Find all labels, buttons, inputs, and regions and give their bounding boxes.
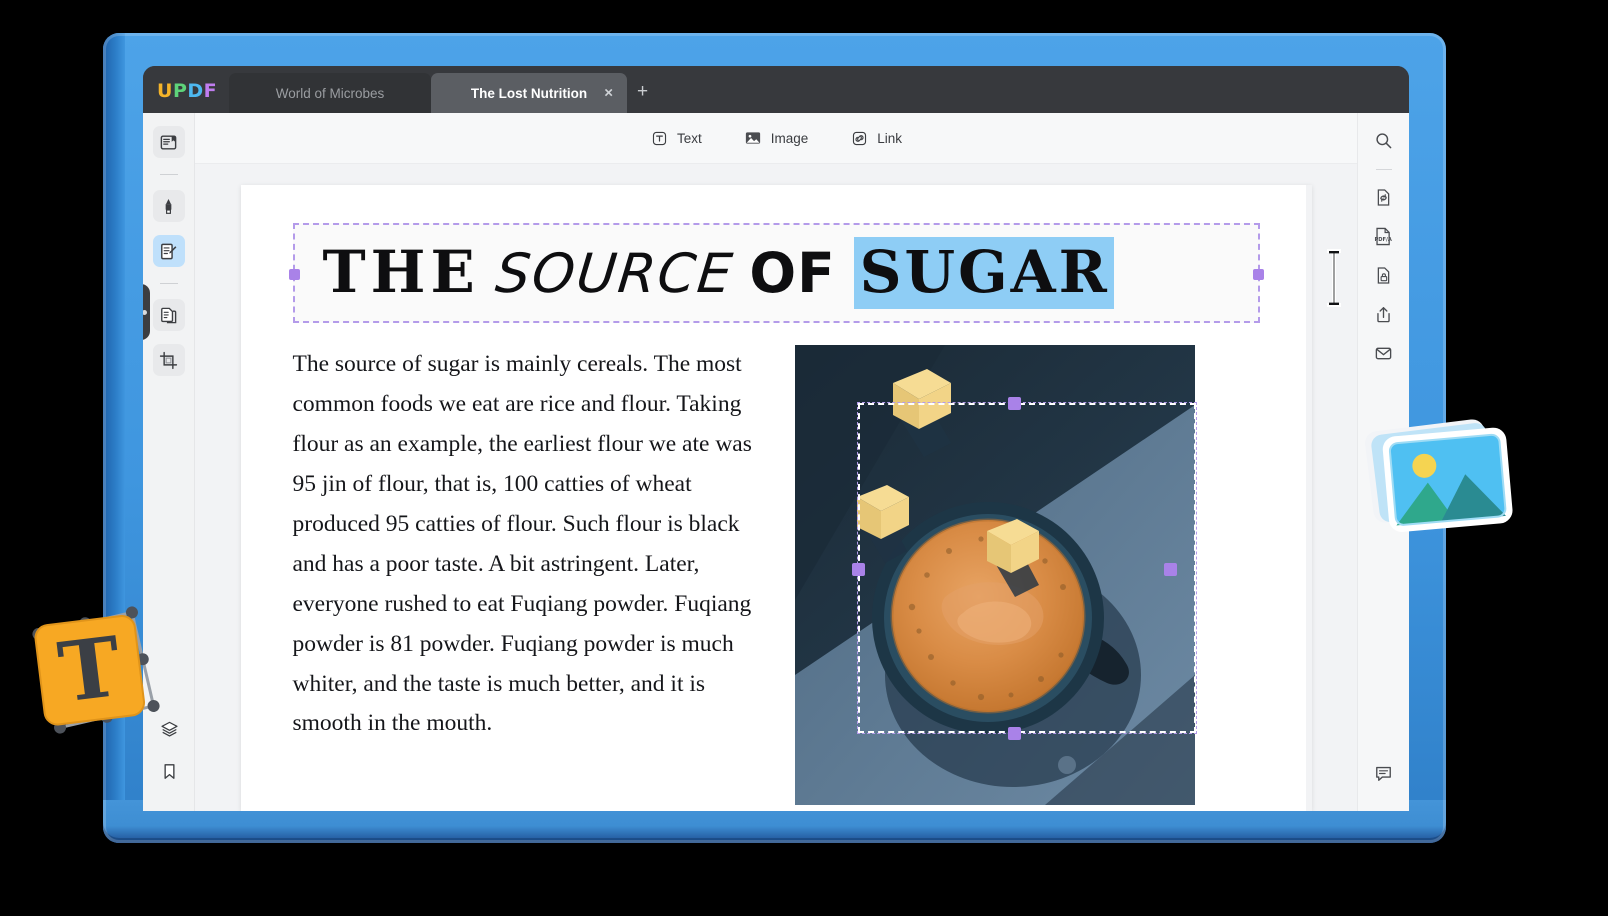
updf-app-window: UPDF World of Microbes The Lost Nutritio… [143,66,1409,811]
toolbar-item-image[interactable]: Image [744,129,809,148]
rail-divider [159,174,178,175]
heading-text-object[interactable]: THE SOURCE OF SUGAR [288,223,1341,323]
image-resize-handle-left[interactable] [851,563,865,576]
sidebar-item-convert-pdf[interactable] [1369,182,1399,212]
pages-copy-icon [161,307,177,323]
image-resize-handle-right[interactable] [1163,563,1177,576]
body-paragraph: The source of sugar is mainly cereals. T… [292,351,752,737]
logo-letter-d: D [187,80,204,102]
share-upload-icon [1377,306,1390,322]
screenshot-root: UPDF World of Microbes The Lost Nutritio… [0,0,1608,916]
tab-strip: UPDF World of Microbes The Lost Nutritio… [143,66,1409,113]
resize-handle-left[interactable] [288,269,300,280]
updf-logo: UPDF [157,80,217,102]
sidebar-item-crop-page[interactable] [152,344,185,376]
sidebar-item-pdf-a[interactable]: PDF/A [1369,221,1399,251]
comment-icon [1376,766,1391,781]
pdf-page[interactable]: THE SOURCE OF SUGAR The source of sugar … [240,185,1341,811]
tab-label: World of Microbes [275,85,385,101]
book-reader-icon [160,134,177,150]
text-tool-badge: T [26,600,166,740]
sidebar-item-edit-pdf[interactable] [152,235,185,267]
tab-label: The Lost Nutrition [470,85,588,101]
sidebar-item-reader-view[interactable] [152,126,185,158]
svg-text:T: T [54,619,126,722]
logo-letter-p: P [172,80,188,102]
lock-file-icon [1377,266,1390,284]
logo-letter-f: F [203,80,218,102]
page-scroll-container[interactable]: THE SOURCE OF SUGAR The source of sugar … [195,164,1357,811]
heading-word-sugar-selected: SUGAR [853,237,1114,309]
text-box-icon [650,129,669,148]
image-tool-badge [1360,414,1522,544]
search-icon [1376,132,1392,148]
sidebar-collapse-handle[interactable] [143,284,150,340]
tab-the-lost-nutrition[interactable]: The Lost Nutrition × [431,73,627,113]
sidebar-item-organize-pages[interactable] [152,299,185,331]
toolbar-item-link[interactable]: Link [850,129,902,148]
sidebar-item-comments[interactable] [1369,758,1399,788]
image-selection-rect [856,402,1197,734]
toolbar-item-label: Image [770,130,809,146]
link-icon [850,129,869,148]
convert-file-icon [1377,188,1390,206]
svg-text:PDF/A: PDF/A [1374,237,1391,243]
right-rail-bottom-group [1369,758,1399,797]
crop-icon [159,351,178,369]
tab-world-of-microbes[interactable]: World of Microbes [229,73,431,113]
sidebar-item-email[interactable] [1369,338,1399,368]
toolbar-item-label: Text [676,130,702,146]
sidebar-item-protect[interactable] [1369,260,1399,290]
image-resize-handle-top[interactable] [1007,397,1021,410]
sidebar-item-bookmarks[interactable] [153,755,185,787]
logo-letter-u: U [157,80,173,102]
resize-handle-right[interactable] [1252,269,1264,280]
document-area: Text Image Link THE SOURCE OF SUGAR The … [195,113,1357,811]
page-body: The source of sugar is mainly cereals. T… [293,345,1260,805]
highlighter-icon [165,198,172,214]
page-right-edge [1305,185,1312,811]
sidebar-item-annotate[interactable] [152,190,185,222]
text-cursor-icon [1326,249,1341,307]
sidebar-item-search[interactable] [1369,125,1399,155]
image-icon [744,129,763,148]
heading-text: THE SOURCE OF SUGAR [323,237,1114,309]
edit-document-icon [161,243,177,259]
envelope-icon [1375,347,1392,359]
edit-toolbar: Text Image Link [195,113,1357,164]
pdfa-icon: PDF/A [1374,227,1392,245]
image-resize-handle-bottom[interactable] [1007,727,1021,740]
workspace: Text Image Link THE SOURCE OF SUGAR The … [143,113,1409,811]
image-object[interactable] [794,345,1197,805]
bookmark-icon [163,763,175,779]
new-tab-button[interactable]: + [637,81,648,103]
sidebar-item-share[interactable] [1369,299,1399,329]
rail-divider [1375,169,1392,170]
rail-divider [159,283,178,284]
toolbar-item-label: Link [877,130,903,146]
toolbar-item-text[interactable]: Text [650,129,702,148]
heading-word-the: THE [322,238,480,306]
close-icon[interactable]: × [604,86,613,101]
heading-word-of: OF [749,241,836,305]
heading-word-source: SOURCE [492,242,737,305]
